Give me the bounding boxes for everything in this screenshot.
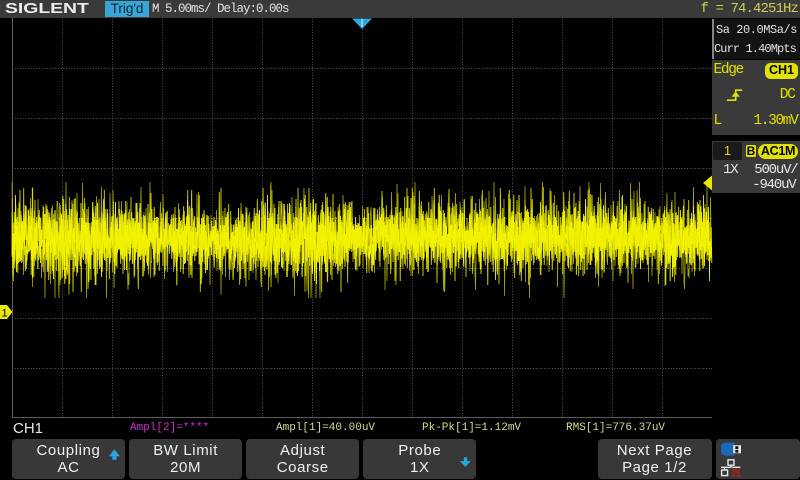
svg-text:1: 1 bbox=[2, 308, 8, 320]
